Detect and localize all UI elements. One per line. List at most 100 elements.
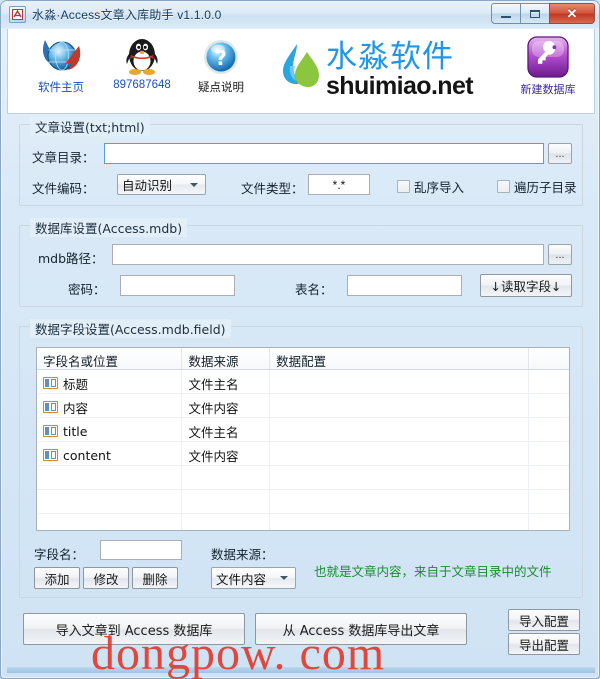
app-icon: [9, 6, 26, 23]
password-input[interactable]: [120, 275, 235, 296]
cell-extra: [529, 418, 569, 441]
maximize-button[interactable]: [520, 3, 549, 24]
chevron-down-icon: [280, 576, 288, 580]
table-row[interactable]: title 文件主名: [37, 418, 569, 442]
maximize-icon: [530, 9, 540, 18]
article-dir-input[interactable]: [104, 143, 544, 164]
water-drop-logo: [280, 42, 320, 97]
article-dir-browse-button[interactable]: ...: [548, 143, 572, 164]
import-config-button[interactable]: 导入配置: [508, 609, 580, 631]
import-articles-button[interactable]: 导入文章到 Access 数据库: [23, 613, 245, 645]
title-bar[interactable]: 水淼·Access文章入库助手 v1.1.0.0 ✕: [1, 1, 599, 28]
mdb-path-browse-button[interactable]: ...: [548, 244, 572, 265]
add-field-button[interactable]: 添加: [34, 567, 80, 589]
toolbar: 软件主页 897687648 ? 疑点说明 水淼软件 shuimiao.net …: [7, 29, 595, 114]
article-settings-legend: 文章设置(txt;html): [30, 117, 150, 136]
brand-logo: 水淼软件 shuimiao.net: [280, 39, 474, 99]
encoding-select[interactable]: 自动识别: [117, 174, 206, 195]
column-header-dataconfig[interactable]: 数据配置: [270, 348, 530, 369]
cell-fieldname: content: [37, 442, 183, 465]
minimize-button[interactable]: [491, 3, 520, 24]
checkbox-box-icon: [397, 180, 410, 193]
brand-name-cn: 水淼软件: [326, 39, 454, 75]
chevron-down-icon: [190, 182, 198, 187]
status-strip: [7, 667, 595, 673]
article-settings-group: 文章设置(txt;html) 文章目录： ... 文件编码： 自动识别 文件类型…: [19, 117, 583, 206]
datasource-label: 数据来源：: [211, 547, 274, 562]
checkbox-random-import[interactable]: 乱序导入: [397, 177, 464, 196]
cell-dataconfig: [270, 370, 530, 393]
field-settings-legend: 数据字段设置(Access.mdb.field): [30, 319, 231, 338]
table-row[interactable]: 内容 文件内容: [37, 394, 569, 418]
datasource-select[interactable]: 文件内容: [211, 567, 296, 589]
field-icon: [43, 425, 58, 437]
field-icon: [43, 449, 58, 461]
filetype-label: 文件类型：: [241, 181, 304, 196]
toolbar-item-homepage[interactable]: 软件主页: [22, 34, 100, 95]
table-row-empty[interactable]: [37, 490, 569, 514]
column-header-datasource[interactable]: 数据来源: [182, 348, 271, 369]
cell-dataconfig: [270, 394, 530, 417]
delete-field-button[interactable]: 删除: [132, 567, 178, 589]
cell-extra: [529, 394, 569, 417]
datasource-selected-value: 文件内容: [216, 571, 267, 587]
toolbar-item-label: 疑点说明: [198, 82, 244, 94]
mdb-path-label: mdb路径：: [38, 251, 104, 266]
mdb-path-input[interactable]: [112, 244, 544, 265]
help-question-icon: ?: [200, 36, 242, 78]
application-window: 水淼·Access文章入库助手 v1.1.0.0 ✕ 软件主页 89768764…: [0, 0, 600, 679]
cell-fieldname: 标题: [37, 370, 183, 393]
filetype-input[interactable]: [308, 174, 370, 195]
checkbox-random-import-label: 乱序导入: [414, 180, 465, 195]
cell-fieldname-text: 内容: [63, 400, 89, 416]
toolbar-item-qq[interactable]: 897687648: [103, 34, 181, 91]
checkbox-traverse-subdirs[interactable]: 遍历子目录: [497, 177, 577, 196]
field-icon: [43, 377, 58, 389]
toolbar-item-label: 新建数据库: [520, 84, 576, 96]
cell-fieldname-text: content: [63, 447, 111, 463]
cell-fieldname-text: 标题: [63, 376, 89, 392]
datasource-hint: 也就是文章内容，来自于文章目录中的文件: [314, 564, 552, 579]
cell-datasource: 文件主名: [182, 370, 271, 393]
password-label: 密码：: [68, 282, 106, 297]
new-database-icon: [525, 34, 571, 80]
table-row[interactable]: content 文件内容: [37, 442, 569, 466]
cell-fieldname-text: title: [63, 423, 88, 439]
fields-table[interactable]: 字段名或位置 数据来源 数据配置 标题 文件主名 内容 文件内容 title 文…: [36, 347, 570, 531]
toolbar-item-help[interactable]: ? 疑点说明: [182, 34, 260, 95]
export-articles-button[interactable]: 从 Access 数据库导出文章: [255, 613, 467, 645]
checkbox-traverse-subdirs-label: 遍历子目录: [514, 180, 577, 195]
article-dir-label: 文章目录：: [32, 150, 95, 165]
globe-icon: [39, 34, 83, 78]
read-fields-button[interactable]: ↓读取字段↓: [480, 274, 572, 297]
database-settings-group: 数据库设置(Access.mdb) mdb路径： ... 密码： 表名： ↓读取…: [19, 218, 583, 307]
fields-table-header: 字段名或位置 数据来源 数据配置: [37, 348, 569, 370]
window-controls: ✕: [491, 3, 595, 24]
brand-text: 水淼软件 shuimiao.net: [326, 39, 474, 99]
toolbar-item-label: 897687648: [113, 79, 171, 91]
cell-datasource: 文件内容: [182, 442, 271, 465]
cell-extra: [529, 442, 569, 465]
edit-field-button[interactable]: 修改: [83, 567, 129, 589]
cell-fieldname: 内容: [37, 394, 183, 417]
toolbar-item-new-database[interactable]: 新建数据库: [513, 34, 583, 97]
minimize-icon: [501, 15, 511, 18]
database-settings-legend: 数据库设置(Access.mdb): [30, 218, 188, 237]
close-button[interactable]: ✕: [549, 3, 595, 24]
table-row-empty[interactable]: [37, 466, 569, 490]
field-icon: [43, 401, 58, 413]
fieldname-input[interactable]: [100, 540, 182, 560]
export-config-button[interactable]: 导出配置: [508, 633, 580, 655]
window-frame: 水淼·Access文章入库助手 v1.1.0.0 ✕ 软件主页 89768764…: [0, 0, 600, 679]
client-area: 软件主页 897687648 ? 疑点说明 水淼软件 shuimiao.net …: [5, 29, 597, 674]
field-settings-group: 数据字段设置(Access.mdb.field) 字段名或位置 数据来源 数据配…: [19, 319, 583, 598]
table-name-input[interactable]: [347, 275, 462, 296]
table-row-empty[interactable]: [37, 514, 569, 530]
table-name-label: 表名：: [295, 282, 333, 297]
window-title: 水淼·Access文章入库助手 v1.1.0.0: [32, 8, 222, 22]
table-row[interactable]: 标题 文件主名: [37, 370, 569, 394]
cell-datasource: 文件主名: [182, 418, 271, 441]
column-header-fieldname[interactable]: 字段名或位置: [37, 348, 183, 369]
encoding-label: 文件编码：: [32, 181, 95, 196]
column-header-extra[interactable]: [529, 348, 569, 369]
